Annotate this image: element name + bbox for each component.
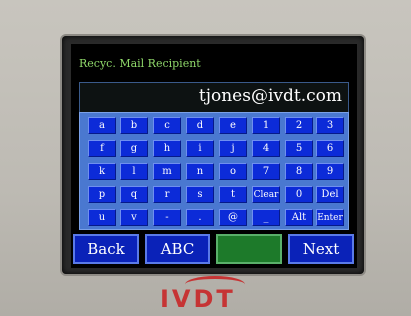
next-button[interactable]: Next	[288, 234, 354, 264]
key-at[interactable]: @	[219, 209, 247, 226]
key-0[interactable]: 0	[285, 186, 313, 203]
key-3[interactable]: 3	[316, 117, 344, 134]
key-l[interactable]: l	[120, 163, 148, 180]
abc-button[interactable]: ABC	[145, 234, 210, 264]
key-p[interactable]: p	[88, 186, 116, 203]
back-button[interactable]: Back	[73, 234, 139, 264]
key-t[interactable]: t	[219, 186, 247, 203]
key-alt[interactable]: Alt	[285, 209, 313, 226]
key-clear[interactable]: Clear	[252, 186, 280, 203]
key-n[interactable]: n	[186, 163, 214, 180]
key-r[interactable]: r	[153, 186, 181, 203]
key-del[interactable]: Del	[316, 186, 344, 203]
key-underscore[interactable]: _	[252, 209, 280, 226]
key-h[interactable]: h	[153, 140, 181, 157]
key-5[interactable]: 5	[285, 140, 313, 157]
key-6[interactable]: 6	[316, 140, 344, 157]
key-1[interactable]: 1	[252, 117, 280, 134]
key-4[interactable]: 4	[252, 140, 280, 157]
key-c[interactable]: c	[153, 117, 181, 134]
key-m[interactable]: m	[153, 163, 181, 180]
key-i[interactable]: i	[186, 140, 214, 157]
key-dot[interactable]: .	[186, 209, 214, 226]
key-9[interactable]: 9	[316, 163, 344, 180]
touch-screen: Recyc. Mail Recipient tjones@ivdt.com ab…	[71, 44, 357, 268]
key-g[interactable]: g	[120, 140, 148, 157]
brand-logo: IVDT	[160, 285, 236, 313]
on-screen-keyboard: a b c d e 1 2 3 f g h i j 4 5 6 k l m n o 7 8 9 p q r s t Clear 0 Del u v…	[79, 112, 349, 230]
status-indicator-button[interactable]	[216, 234, 282, 264]
page-title: Recyc. Mail Recipient	[79, 57, 201, 70]
email-field[interactable]: tjones@ivdt.com	[79, 82, 349, 112]
key-d[interactable]: d	[186, 117, 214, 134]
key-s[interactable]: s	[186, 186, 214, 203]
key-f[interactable]: f	[88, 140, 116, 157]
key-v[interactable]: v	[120, 209, 148, 226]
key-j[interactable]: j	[219, 140, 247, 157]
key-e[interactable]: e	[219, 117, 247, 134]
email-value: tjones@ivdt.com	[198, 86, 342, 106]
key-b[interactable]: b	[120, 117, 148, 134]
key-q[interactable]: q	[120, 186, 148, 203]
key-u[interactable]: u	[88, 209, 116, 226]
key-2[interactable]: 2	[285, 117, 313, 134]
key-7[interactable]: 7	[252, 163, 280, 180]
key-enter[interactable]: Enter	[316, 209, 344, 226]
key-k[interactable]: k	[88, 163, 116, 180]
key-8[interactable]: 8	[285, 163, 313, 180]
key-a[interactable]: a	[88, 117, 116, 134]
key-o[interactable]: o	[219, 163, 247, 180]
key-dash[interactable]: -	[153, 209, 181, 226]
